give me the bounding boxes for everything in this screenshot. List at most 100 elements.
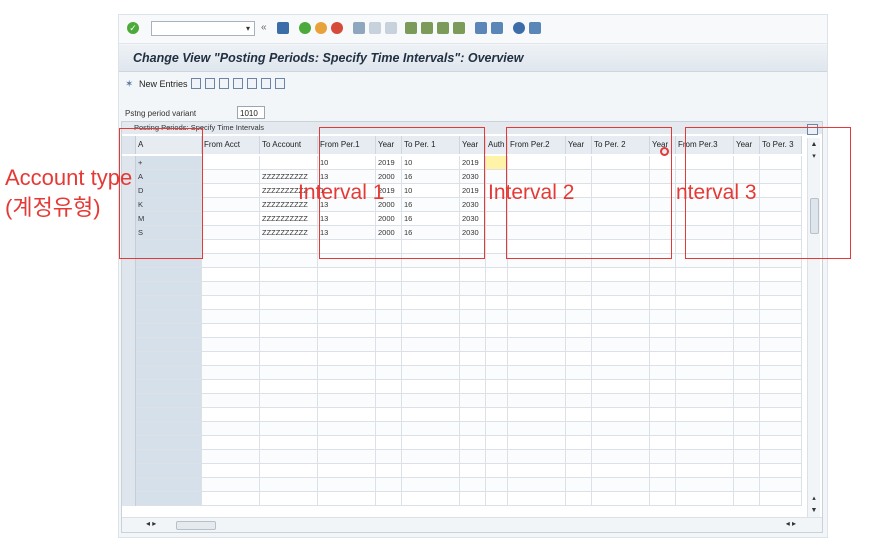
- table-cell[interactable]: [592, 366, 650, 380]
- table-cell[interactable]: [760, 380, 802, 394]
- table-cell[interactable]: [376, 436, 402, 450]
- table-cell[interactable]: [202, 156, 260, 170]
- table-cell[interactable]: [650, 436, 676, 450]
- table-cell[interactable]: [402, 492, 460, 506]
- table-cell[interactable]: [760, 436, 802, 450]
- find-icon[interactable]: [369, 22, 381, 34]
- table-cell[interactable]: [318, 478, 376, 492]
- table-cell[interactable]: [318, 422, 376, 436]
- table-cell[interactable]: [402, 380, 460, 394]
- column-header[interactable]: To Account: [260, 136, 318, 154]
- table-cell[interactable]: [202, 268, 260, 282]
- table-cell[interactable]: [260, 310, 318, 324]
- table-cell[interactable]: [760, 268, 802, 282]
- table-cell[interactable]: [508, 324, 566, 338]
- table-cell[interactable]: [650, 310, 676, 324]
- table-cell[interactable]: [760, 338, 802, 352]
- table-cell[interactable]: [486, 478, 508, 492]
- table-cell[interactable]: [760, 408, 802, 422]
- table-cell[interactable]: [566, 394, 592, 408]
- table-cell[interactable]: [202, 296, 260, 310]
- table-cell[interactable]: [460, 492, 486, 506]
- table-cell[interactable]: [136, 422, 202, 436]
- find-next-icon[interactable]: [385, 22, 397, 34]
- table-cell[interactable]: [318, 492, 376, 506]
- table-cell[interactable]: [592, 478, 650, 492]
- table-cell[interactable]: [376, 338, 402, 352]
- table-cell[interactable]: [260, 254, 318, 268]
- table-cell[interactable]: [202, 254, 260, 268]
- table-cell[interactable]: [202, 226, 260, 240]
- table-cell[interactable]: [760, 492, 802, 506]
- table-cell[interactable]: [402, 324, 460, 338]
- table-cell[interactable]: [460, 268, 486, 282]
- table-cell[interactable]: [734, 450, 760, 464]
- table-cell[interactable]: [486, 450, 508, 464]
- table-cell[interactable]: [260, 450, 318, 464]
- table-cell[interactable]: [508, 492, 566, 506]
- table-cell[interactable]: [676, 492, 734, 506]
- table-cell[interactable]: [676, 338, 734, 352]
- table-cell[interactable]: [202, 450, 260, 464]
- table-cell[interactable]: [486, 310, 508, 324]
- row-selector[interactable]: [122, 338, 136, 352]
- table-cell[interactable]: [650, 338, 676, 352]
- table-cell[interactable]: [376, 492, 402, 506]
- table-cell[interactable]: [650, 380, 676, 394]
- table-cell[interactable]: [318, 436, 376, 450]
- table-cell[interactable]: [376, 450, 402, 464]
- table-cell[interactable]: [460, 310, 486, 324]
- table-cell[interactable]: [508, 394, 566, 408]
- next-page-icon[interactable]: [437, 22, 449, 34]
- table-cell[interactable]: [460, 352, 486, 366]
- table-cell[interactable]: [566, 324, 592, 338]
- table-cell[interactable]: [402, 366, 460, 380]
- table-cell[interactable]: [566, 282, 592, 296]
- row-selector[interactable]: [122, 310, 136, 324]
- table-cell[interactable]: [486, 352, 508, 366]
- table-cell[interactable]: [260, 366, 318, 380]
- table-cell[interactable]: [486, 296, 508, 310]
- table-cell[interactable]: [202, 198, 260, 212]
- table-cell[interactable]: [760, 422, 802, 436]
- table-cell[interactable]: [460, 394, 486, 408]
- table-cell[interactable]: [566, 338, 592, 352]
- print-list-icon[interactable]: [275, 78, 285, 89]
- layout-menu-icon[interactable]: [529, 22, 541, 34]
- table-cell[interactable]: [318, 450, 376, 464]
- row-selector[interactable]: [122, 380, 136, 394]
- table-cell[interactable]: [460, 296, 486, 310]
- table-cell[interactable]: [592, 296, 650, 310]
- table-cell[interactable]: [650, 366, 676, 380]
- table-cell[interactable]: [202, 408, 260, 422]
- table-cell[interactable]: [260, 436, 318, 450]
- table-cell[interactable]: [202, 212, 260, 226]
- table-cell[interactable]: [486, 226, 508, 240]
- table-cell[interactable]: [136, 380, 202, 394]
- table-cell[interactable]: [486, 156, 508, 170]
- table-cell[interactable]: [676, 324, 734, 338]
- table-cell[interactable]: [676, 296, 734, 310]
- table-cell[interactable]: [760, 366, 802, 380]
- table-cell[interactable]: [402, 282, 460, 296]
- table-cell[interactable]: [486, 408, 508, 422]
- scroll-down-icon[interactable]: ▼: [808, 506, 820, 516]
- table-cell[interactable]: [260, 338, 318, 352]
- table-cell[interactable]: [676, 380, 734, 394]
- table-cell[interactable]: [318, 380, 376, 394]
- cancel-icon[interactable]: [331, 22, 343, 34]
- table-cell[interactable]: [260, 380, 318, 394]
- table-cell[interactable]: [136, 310, 202, 324]
- table-cell[interactable]: [318, 366, 376, 380]
- table-cell[interactable]: [402, 478, 460, 492]
- table-cell[interactable]: [376, 366, 402, 380]
- table-cell[interactable]: [376, 464, 402, 478]
- table-cell[interactable]: [650, 408, 676, 422]
- previous-page-icon[interactable]: [421, 22, 433, 34]
- table-cell[interactable]: [760, 464, 802, 478]
- delete-icon[interactable]: [205, 78, 215, 89]
- table-cell[interactable]: [592, 352, 650, 366]
- table-cell[interactable]: [402, 436, 460, 450]
- table-cell[interactable]: [260, 464, 318, 478]
- table-cell[interactable]: [402, 408, 460, 422]
